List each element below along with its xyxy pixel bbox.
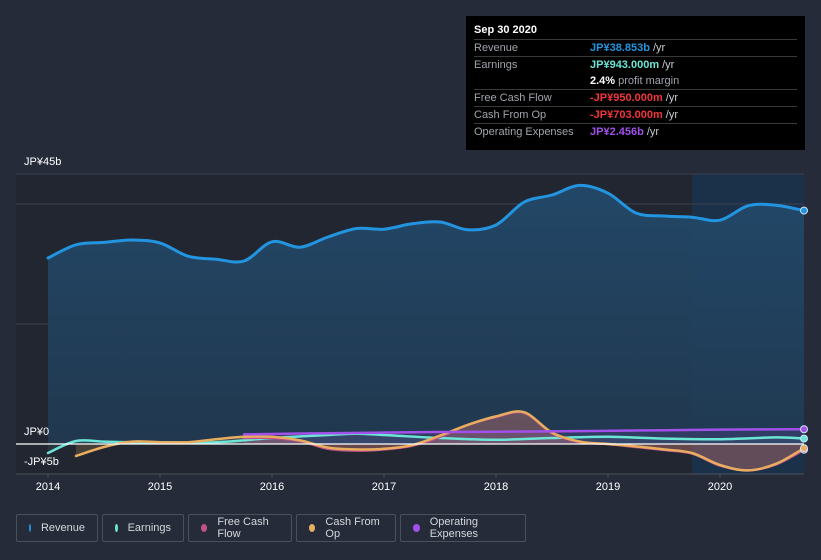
tooltip-row-earnings: Earnings JP¥943.000m /yr (474, 57, 797, 73)
tooltip-date: Sep 30 2020 (474, 22, 797, 40)
tooltip-unit: profit margin (618, 75, 680, 87)
legend-label: Cash From Op (325, 516, 380, 540)
tooltip-label: Earnings (474, 59, 518, 71)
tooltip-label: Revenue (474, 42, 519, 54)
tooltip-unit: /yr (665, 109, 679, 121)
tooltip-row-cfo: Cash From Op -JP¥703.000m /yr (474, 107, 797, 124)
revenue-dot-icon (29, 524, 31, 532)
legend-item-revenue[interactable]: Revenue (16, 514, 98, 542)
x-ticks (47, 474, 721, 478)
legend-item-cash-from-op[interactable]: Cash From Op (296, 514, 396, 542)
operating-expenses-dot-icon (413, 524, 420, 532)
tooltip-unit: /yr (652, 42, 666, 54)
tooltip-value: -JP¥703.000m (590, 109, 663, 121)
legend-item-operating-expenses[interactable]: Operating Expenses (400, 514, 526, 542)
earnings-dot-icon (115, 524, 118, 532)
free-cash-flow-dot-icon (201, 524, 208, 532)
tooltip-row-opex: Operating Expenses JP¥2.456b /yr (474, 124, 797, 140)
tooltip-value: 2.4% (590, 75, 616, 87)
legend-label: Earnings (127, 522, 171, 534)
x-tick-label: 2015 (147, 481, 173, 493)
cash-from-op-endpoint[interactable] (800, 444, 808, 453)
y-tick-label: JP¥45b (24, 156, 62, 168)
tooltip-unit: /yr (646, 126, 660, 138)
tooltip-value: -JP¥950.000m (590, 92, 663, 104)
y-tick-label: -JP¥5b (24, 456, 59, 468)
tooltip-unit: /yr (662, 59, 675, 71)
tooltip-label (474, 73, 590, 89)
legend-label: Revenue (40, 522, 85, 534)
tooltip-value: JP¥2.456b (590, 126, 644, 138)
tooltip-label: Operating Expenses (474, 126, 574, 138)
tooltip: Sep 30 2020 Revenue JP¥38.853b /yr Earni… (466, 16, 805, 150)
tooltip-value: JP¥38.853b (590, 42, 650, 54)
tooltip-unit: /yr (665, 92, 679, 104)
earnings-endpoint[interactable] (800, 434, 808, 443)
legend-label: Operating Expenses (429, 516, 478, 540)
x-tick-label: 2019 (595, 481, 621, 493)
revenue-endpoint[interactable] (800, 206, 808, 215)
tooltip-row-fcf: Free Cash Flow -JP¥950.000m /yr (474, 90, 797, 107)
x-tick-label: 2018 (483, 481, 509, 493)
legend-label: Free Cash Flow (217, 516, 269, 540)
legend: Revenue Earnings Free Cash Flow Cash Fro… (16, 514, 526, 542)
x-tick-label: 2014 (35, 481, 61, 493)
tooltip-label: Free Cash Flow (474, 92, 552, 104)
operating-expenses-endpoint[interactable] (800, 425, 808, 434)
cash-from-op-dot-icon (309, 524, 316, 532)
tooltip-row-margin: 2.4% profit margin (474, 73, 797, 90)
x-tick-label: 2017 (371, 481, 397, 493)
x-tick-label: 2016 (259, 481, 285, 493)
legend-item-free-cash-flow[interactable]: Free Cash Flow (188, 514, 292, 542)
legend-item-earnings[interactable]: Earnings (102, 514, 184, 542)
tooltip-value: JP¥943.000m (590, 59, 660, 71)
tooltip-label: Cash From Op (474, 109, 547, 121)
tooltip-row-revenue: Revenue JP¥38.853b /yr (474, 40, 797, 57)
x-tick-label: 2020 (707, 481, 733, 493)
y-tick-label: JP¥0 (24, 426, 50, 438)
